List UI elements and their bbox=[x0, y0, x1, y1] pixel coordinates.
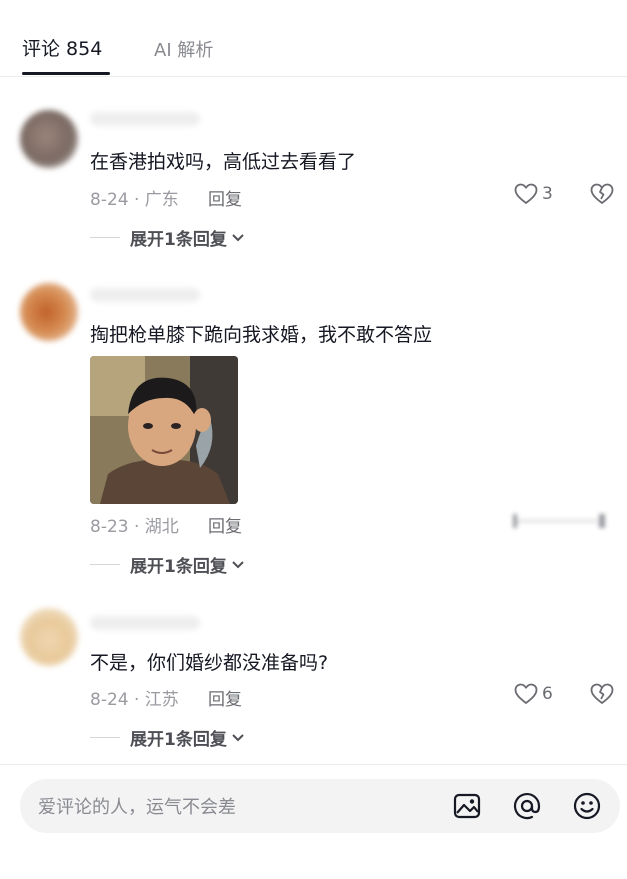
expand-replies[interactable]: 展开1条回复 bbox=[90, 725, 245, 750]
comment-date-location: 8-24 · 广东 bbox=[90, 190, 179, 210]
meme-image[interactable] bbox=[90, 356, 238, 504]
expand-replies[interactable]: 展开1条回复 bbox=[90, 225, 245, 250]
expand-replies-label: 展开1条回复 bbox=[130, 730, 227, 750]
comment-text: 在香港拍戏吗，高低过去看看了 bbox=[90, 151, 357, 173]
like-button[interactable]: 3 bbox=[514, 183, 553, 205]
at-icon[interactable] bbox=[512, 791, 542, 821]
chevron-down-icon bbox=[232, 560, 244, 568]
expand-replies-label: 展开1条回复 bbox=[130, 557, 227, 577]
reply-button[interactable]: 回复 bbox=[208, 512, 242, 537]
expand-replies[interactable]: 展开1条回复 bbox=[90, 552, 245, 577]
comment-input[interactable] bbox=[36, 791, 440, 823]
divider bbox=[90, 564, 120, 565]
like-button[interactable]: 6 bbox=[514, 683, 553, 705]
chevron-down-icon bbox=[232, 733, 244, 741]
heart-icon bbox=[514, 683, 538, 704]
tab-ai-analysis[interactable]: AI 解析 bbox=[154, 36, 213, 62]
divider bbox=[90, 237, 120, 238]
like-count: 6 bbox=[542, 684, 553, 704]
comment-tabs: 评论 854 AI 解析 bbox=[0, 0, 627, 77]
emoji-icon[interactable] bbox=[572, 791, 602, 821]
username-blurred[interactable] bbox=[90, 616, 200, 630]
username-blurred[interactable] bbox=[90, 112, 200, 126]
chevron-down-icon bbox=[232, 233, 244, 241]
heart-icon bbox=[514, 183, 538, 204]
reply-button[interactable]: 回复 bbox=[208, 185, 242, 210]
avatar[interactable] bbox=[20, 608, 78, 666]
avatar[interactable] bbox=[20, 110, 78, 168]
divider bbox=[90, 737, 120, 738]
meme-illustration bbox=[90, 356, 238, 504]
broken-heart-icon[interactable] bbox=[590, 683, 614, 705]
comment-date-location: 8-23 · 湖北 bbox=[90, 517, 179, 537]
username-blurred[interactable] bbox=[90, 288, 200, 302]
comment-text: 掏把枪单膝下跪向我求婚，我不敢不答应 bbox=[90, 324, 433, 346]
image-icon[interactable] bbox=[452, 791, 482, 821]
reply-button[interactable]: 回复 bbox=[208, 685, 242, 710]
comment-date-location: 8-24 · 江苏 bbox=[90, 690, 179, 710]
comment-input-bar bbox=[0, 764, 627, 879]
avatar[interactable] bbox=[20, 283, 78, 341]
tab-comments[interactable]: 评论 854 bbox=[22, 34, 102, 61]
like-count: 3 bbox=[542, 184, 553, 204]
expand-replies-label: 展开1条回复 bbox=[130, 230, 227, 250]
blurred-like-actions[interactable] bbox=[505, 512, 613, 530]
comment-text: 不是，你们婚纱都没准备吗? bbox=[90, 652, 329, 674]
broken-heart-icon[interactable] bbox=[590, 183, 614, 205]
comment-input-container[interactable] bbox=[20, 779, 620, 833]
active-tab-indicator bbox=[22, 72, 110, 75]
